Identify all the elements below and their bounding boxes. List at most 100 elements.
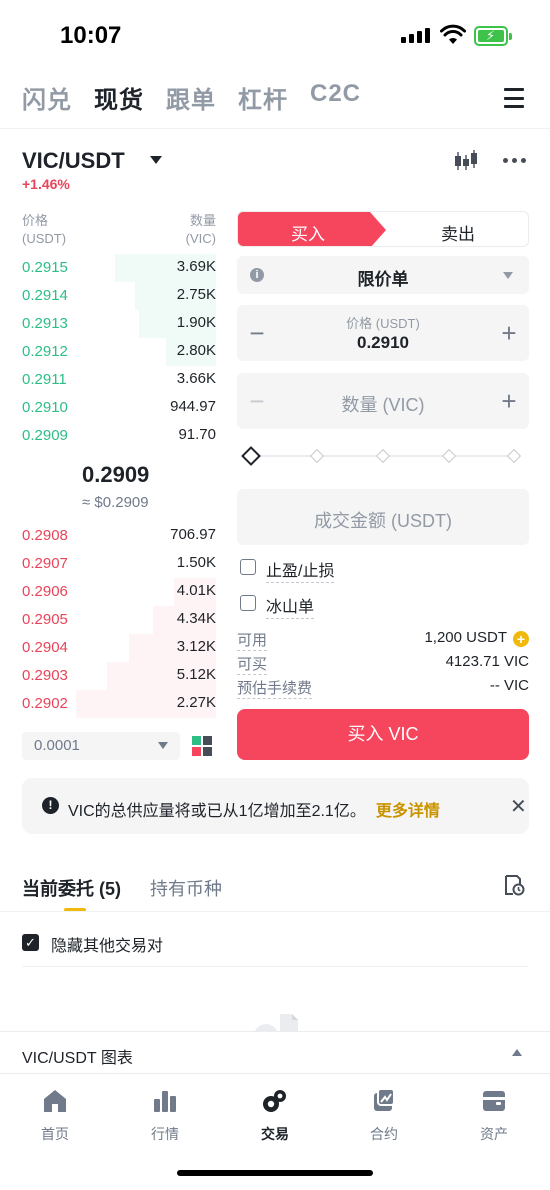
orderbook-qty-header: 数量 (VIC) — [184, 212, 216, 248]
last-price[interactable]: 0.2909 — [82, 462, 149, 488]
notice-more-link[interactable]: 更多详情 — [376, 803, 440, 820]
bid-price: 0.2902 — [22, 695, 68, 712]
can-buy-label: 可买 — [237, 653, 268, 675]
caret-down-icon — [503, 272, 513, 279]
chart-drawer-label[interactable]: VIC/USDT 图表 — [22, 1044, 133, 1068]
slider-handle[interactable] — [241, 446, 261, 466]
buy-submit-button[interactable]: 买入 VIC — [237, 709, 529, 760]
ask-row[interactable]: 0.2910 944.97 — [22, 394, 216, 422]
price-increment-button[interactable]: + — [489, 305, 529, 361]
more-icon[interactable] — [503, 158, 526, 163]
tp-sl-checkbox[interactable] — [240, 559, 256, 575]
tab-spot[interactable]: 现货 — [94, 80, 144, 115]
tab-holdings[interactable]: 持有币种 — [150, 875, 222, 901]
bid-row[interactable]: 0.2904 3.12K — [22, 634, 216, 662]
hide-other-pairs-label[interactable]: 隐藏其他交易对 — [51, 932, 163, 956]
quantity-placeholder[interactable]: 数量 (VIC) — [237, 391, 529, 417]
order-history-icon[interactable] — [503, 874, 525, 896]
slider-stop-50[interactable] — [375, 448, 391, 464]
quantity-input[interactable]: − 数量 (VIC) + — [237, 373, 529, 429]
bid-row[interactable]: 0.2905 4.34K — [22, 606, 216, 634]
caret-up-icon[interactable] — [512, 1049, 522, 1056]
tab-margin[interactable]: 杠杆 — [238, 80, 288, 115]
total-placeholder[interactable]: 成交金额 (USDT) — [237, 507, 529, 533]
nav-markets[interactable]: 行情 — [125, 1088, 205, 1144]
deposit-plus-icon[interactable]: + — [513, 631, 529, 647]
nav-home[interactable]: 首页 — [15, 1088, 95, 1144]
order-type-value: 限价单 — [357, 270, 409, 289]
hide-other-pairs-checkbox[interactable]: ✓ — [22, 934, 39, 951]
markets-icon — [154, 1091, 176, 1112]
bid-row[interactable]: 0.2902 2.27K — [22, 690, 216, 718]
ask-price: 0.2911 — [22, 371, 67, 388]
ask-quantity: 944.97 — [170, 398, 216, 415]
alert-icon: ! — [42, 797, 59, 814]
ask-row[interactable]: 0.2914 2.75K — [22, 282, 216, 310]
total-input[interactable]: 成交金额 (USDT) — [237, 489, 529, 545]
bid-row[interactable]: 0.2908 706.97 — [22, 522, 216, 550]
caret-down-icon[interactable] — [150, 156, 162, 164]
notice-text-wrap: VIC的总供应量将或已从1亿增加至2.1亿。 更多详情 — [68, 797, 440, 821]
status-bar: 10:07 ⚡ — [0, 0, 550, 70]
nav-futures[interactable]: 合约 — [344, 1088, 424, 1144]
price-value[interactable]: 0.2910 — [237, 333, 529, 353]
bid-price: 0.2903 — [22, 667, 68, 684]
bid-quantity: 4.34K — [176, 610, 216, 627]
ask-row[interactable]: 0.2912 2.80K — [22, 338, 216, 366]
iceberg-label[interactable]: 冰山单 — [266, 593, 315, 619]
amount-slider[interactable] — [241, 446, 522, 466]
can-buy-row: 可买 4123.71 VIC — [237, 651, 529, 675]
depth-precision-select[interactable]: 0.0001 — [22, 732, 180, 760]
orderbook-mode-icon[interactable] — [192, 736, 212, 756]
price-input[interactable]: − 价格 (USDT) 0.2910 + — [237, 305, 529, 361]
ask-row[interactable]: 0.2913 1.90K — [22, 310, 216, 338]
ask-quantity: 91.70 — [178, 426, 216, 443]
slider-stop-75[interactable] — [441, 448, 457, 464]
slider-stop-25[interactable] — [309, 448, 325, 464]
available-row: 可用 1,200 USDT + — [237, 627, 529, 651]
bid-price: 0.2907 — [22, 555, 68, 572]
bid-quantity: 2.27K — [176, 694, 216, 711]
nav-trade[interactable]: 交易 — [235, 1088, 315, 1144]
nav-futures-label: 合约 — [370, 1126, 398, 1142]
ask-row[interactable]: 0.2915 3.69K — [22, 254, 216, 282]
bid-row[interactable]: 0.2903 5.12K — [22, 662, 216, 690]
iceberg-checkbox[interactable] — [240, 595, 256, 611]
menu-icon[interactable] — [504, 88, 524, 108]
fee-value: -- VIC — [489, 677, 529, 694]
ask-price: 0.2915 — [22, 259, 68, 276]
tab-open-orders[interactable]: 当前委托 (5) — [22, 875, 121, 901]
ask-price: 0.2913 — [22, 315, 68, 332]
slider-stop-100[interactable] — [506, 448, 522, 464]
tab-c2c[interactable]: C2C — [310, 80, 361, 115]
futures-icon — [374, 1088, 395, 1111]
candlestick-chart-icon[interactable] — [453, 150, 479, 172]
tp-sl-label[interactable]: 止盈/止损 — [266, 557, 335, 583]
quantity-increment-button[interactable]: + — [489, 373, 529, 429]
tab-copy-trading[interactable]: 跟单 — [166, 80, 216, 115]
pair-selector[interactable]: VIC/USDT — [22, 148, 125, 174]
bid-quantity: 5.12K — [176, 666, 216, 683]
orderbook-price-header: 价格 (USDT) — [22, 212, 66, 248]
tab-convert[interactable]: 闪兑 — [22, 80, 72, 115]
buy-tab-label[interactable]: 买入 — [238, 220, 378, 245]
ask-price: 0.2912 — [22, 343, 68, 360]
bid-price: 0.2904 — [22, 639, 68, 656]
bid-price: 0.2906 — [22, 583, 68, 600]
bid-row[interactable]: 0.2907 1.50K — [22, 550, 216, 578]
sell-tab[interactable]: 卖出 — [386, 220, 528, 245]
wifi-icon — [440, 24, 466, 44]
ask-row[interactable]: 0.2909 91.70 — [22, 422, 216, 450]
fee-row: 预估手续费 -- VIC — [237, 675, 529, 699]
nav-trade-label: 交易 — [261, 1126, 289, 1142]
chart-drawer-bar[interactable]: VIC/USDT 图表 — [0, 1031, 550, 1073]
bid-quantity: 1.50K — [176, 554, 216, 571]
bid-row[interactable]: 0.2906 4.01K — [22, 578, 216, 606]
top-tabs: 闪兑 现货 跟单 杠杆 C2C — [22, 80, 361, 115]
nav-wallet[interactable]: 资产 — [454, 1088, 534, 1144]
close-icon[interactable]: ✕ — [510, 794, 527, 819]
order-type-select[interactable]: i 限价单 — [237, 256, 529, 294]
ask-row[interactable]: 0.2911 3.66K — [22, 366, 216, 394]
bid-price: 0.2905 — [22, 611, 68, 628]
nav-markets-label: 行情 — [151, 1126, 179, 1142]
